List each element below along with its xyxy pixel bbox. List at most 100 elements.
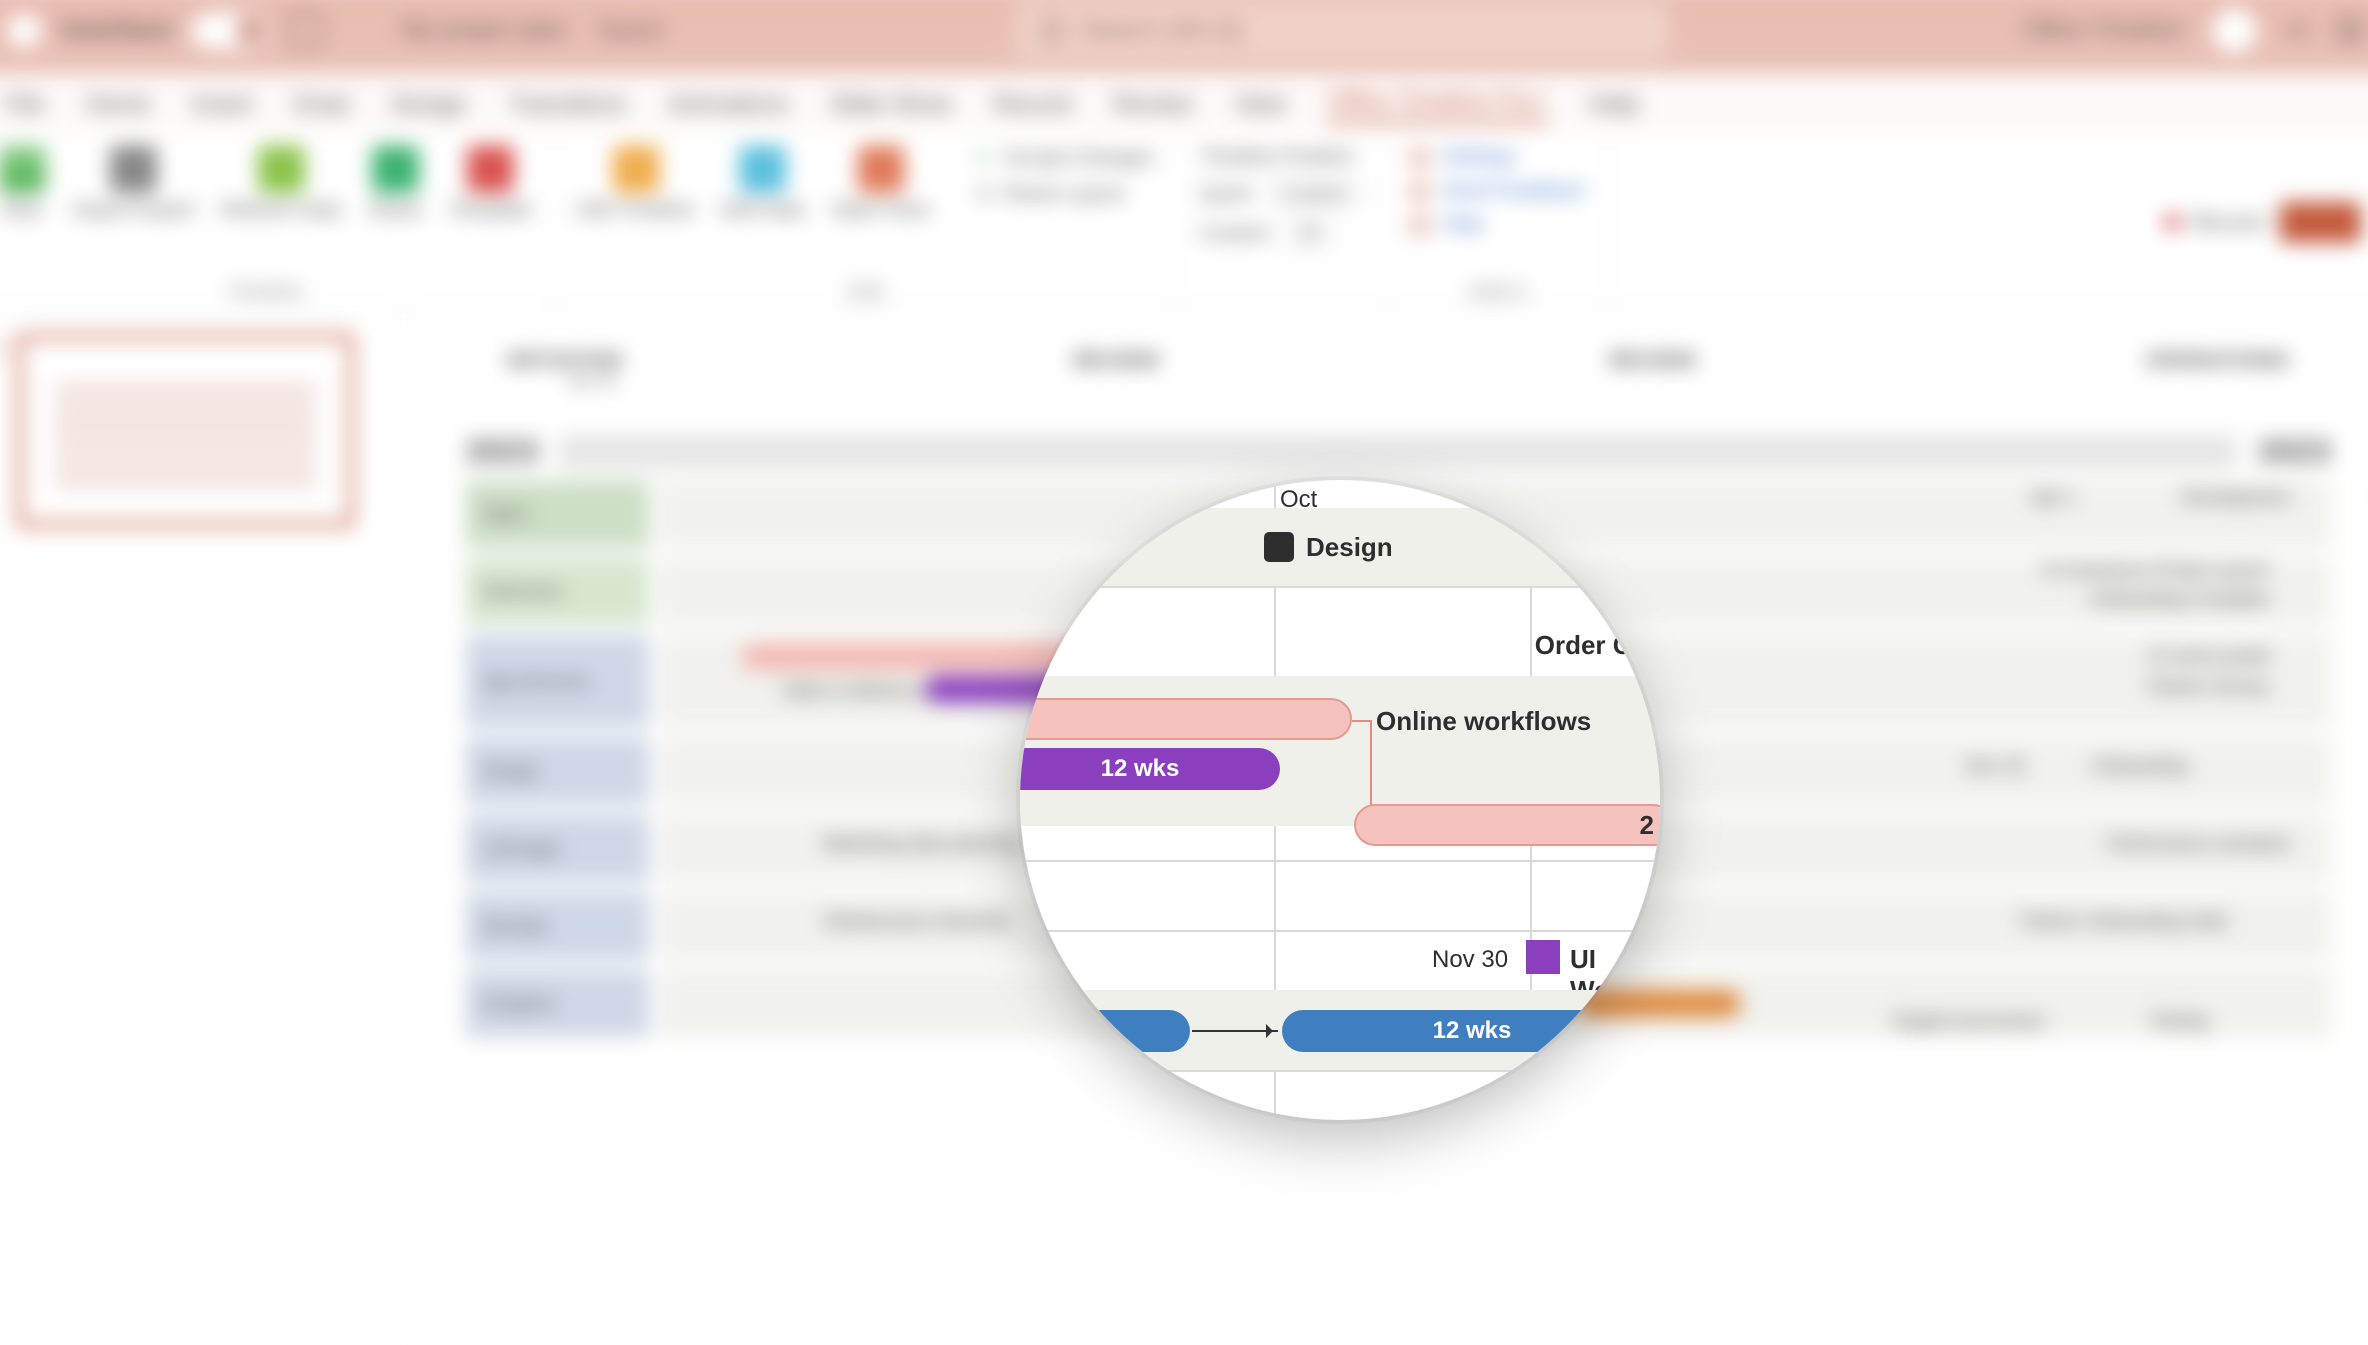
ribbon-tabs: File Home Insert Draw Design Transitions… (0, 74, 2368, 135)
tab-view[interactable]: View (1234, 91, 1287, 120)
ui-work-milestone-icon[interactable] (1526, 940, 1560, 974)
edit-timeline-icon (612, 146, 659, 193)
swim-devops-label: DevOps (466, 892, 650, 959)
saved-status: Saved (598, 17, 662, 44)
feedback-icon (1411, 182, 1429, 200)
year-right: 2023 (2258, 432, 2331, 470)
online-workflows-label: Online workflows (1376, 706, 1591, 737)
tab-insert[interactable]: Insert (191, 91, 252, 120)
initiation-date: Apr 30 (568, 373, 616, 390)
tab-help[interactable]: Help (1589, 91, 1639, 120)
bar-12wks-blue[interactable]: 12 wks (1282, 1010, 1660, 1052)
edit-group-label: Edit (578, 280, 1154, 303)
tab-transitions[interactable]: Transitions (508, 91, 627, 120)
year-left: 2023 (466, 432, 539, 470)
title-bar: AutoSave My project plan Saved Search (A… (0, 0, 2368, 74)
maximize-icon[interactable] (2339, 19, 2361, 41)
refresh-icon (258, 146, 305, 193)
import-export-icon (110, 146, 157, 193)
settings-label: Settings (1442, 146, 1516, 169)
phase-review-2: REVIEW (1610, 350, 1697, 373)
edit-timeline-button[interactable]: Edit Timeline (578, 146, 695, 223)
tab-design[interactable]: Design (391, 91, 467, 120)
bar-12wks-purple[interactable]: 12 wks (1020, 748, 1280, 790)
accept-changes-label: Accept Changes (1004, 147, 1154, 170)
avatar[interactable] (2212, 8, 2257, 53)
reset-layout-button[interactable]: ↺Reset Layout (975, 181, 1154, 207)
ribbon-group-addin: Settings Send Feedback Help Add-in (1388, 136, 1607, 308)
tab-home[interactable]: Home (85, 91, 150, 120)
design-milestone-icon[interactable] (1264, 532, 1294, 562)
send-feedback-link[interactable]: Send Feedback (1411, 179, 1585, 202)
phase-review-1: REVIEW (1073, 350, 1160, 373)
bar-blue-left[interactable] (1040, 1010, 1190, 1052)
search-box[interactable]: Search (Alt+Q) (1015, 2, 1668, 59)
tab-draw[interactable]: Draw (293, 91, 350, 120)
autosave-toggle[interactable] (191, 12, 269, 49)
tab-file[interactable]: File (5, 91, 44, 120)
help-label: Help (1442, 213, 1484, 236)
account-name[interactable]: Office Timeline (2022, 16, 2183, 45)
app-logo-icon (7, 13, 42, 48)
quick-label: Quick (1200, 183, 1252, 206)
template-icon (467, 146, 514, 193)
style-pane-button[interactable]: Style Pane (831, 146, 930, 223)
ribbon-group-edit: Edit Timeline Edit Data Style Pane ✔Acce… (555, 136, 1177, 308)
tab-slideshow[interactable]: Slide Show (830, 91, 952, 120)
slide-thumbnails-rail: 1 (0, 309, 405, 1345)
timeline-position-title: Timeline Position (1200, 146, 1365, 169)
phase-operations: OPERATIONS (2146, 350, 2290, 373)
import-export-button[interactable]: Import Export (72, 146, 194, 223)
tab-review[interactable]: Review (1113, 91, 1193, 120)
template-label: Template (449, 199, 532, 222)
present-button[interactable] (2279, 201, 2361, 242)
magnifier-lens: Oct Design Order Ca Online workflows 12 … (1020, 480, 1660, 1120)
connector-h1 (1352, 720, 1370, 722)
autosave-label: AutoSave (60, 16, 173, 45)
testing-label: Testing (2150, 1011, 2208, 1032)
style-pane-icon (857, 146, 904, 193)
refresh-label: Refresh Data (221, 199, 341, 222)
help-link[interactable]: Help (1411, 213, 1585, 236)
bar-pink-2[interactable] (1354, 804, 1660, 846)
new-button[interactable]: New (0, 146, 46, 223)
share-button[interactable]: Share (368, 146, 422, 223)
addin-group-label: Add-in (1411, 280, 1585, 303)
ecomm-portal-label: E-comm portal (2150, 646, 2269, 667)
swim-design-label: Design (466, 737, 650, 804)
custom-label: Custom (1200, 222, 1270, 245)
ribbon-group-position: Timeline Position Quick Custom Custom 25 (1177, 136, 1388, 308)
custom-dropdown[interactable]: Custom (1264, 179, 1365, 209)
bar-online-workflows[interactable] (1020, 698, 1352, 740)
performance-assistant-label: Performance assistant (2107, 833, 2290, 854)
order-cart-label: Order Ca (1535, 630, 1646, 661)
support-processes-label: Support processes (1892, 1011, 2045, 1032)
record-button[interactable]: Record (2164, 209, 2263, 236)
search-placeholder: Search (Alt+Q) (1081, 16, 1244, 45)
tab-record[interactable]: Record (993, 91, 1072, 120)
tab-office-timeline[interactable]: Office Timeline Pro+ (1327, 87, 1548, 124)
accept-changes-button[interactable]: ✔Accept Changes (975, 146, 1154, 172)
send-feedback-label: Send Feedback (1442, 179, 1585, 202)
custom-value-input[interactable]: 25 (1282, 219, 1335, 249)
swim-deliveries-label: Deliveries (466, 558, 650, 625)
save-icon[interactable] (287, 13, 322, 48)
swim-analytics-label: Analytics (466, 970, 650, 1037)
minimize-icon[interactable] (2286, 28, 2310, 32)
reset-layout-label: Reset Layout (1004, 183, 1124, 206)
settings-link[interactable]: Settings (1411, 146, 1585, 169)
edit-data-button[interactable]: Edit Data (721, 146, 805, 223)
refresh-data-button[interactable]: Refresh Data (221, 146, 341, 223)
gear-icon (1411, 148, 1429, 166)
template-button[interactable]: Template (449, 146, 532, 223)
timeline-group-label: Timeline (0, 280, 532, 303)
tab-animations[interactable]: Animations (668, 91, 789, 120)
help-icon (1411, 216, 1429, 234)
timescale (559, 434, 2238, 469)
document-name: My project plan (401, 16, 567, 45)
twelve-wks-b: 12 wks (1433, 1017, 1512, 1045)
new-label: New (2, 199, 43, 222)
share-label: Share (368, 199, 422, 222)
slide-thumbnail[interactable] (17, 333, 354, 527)
ribbon-group-timeline: New Import Export Refresh Data Share Tem… (0, 136, 555, 308)
